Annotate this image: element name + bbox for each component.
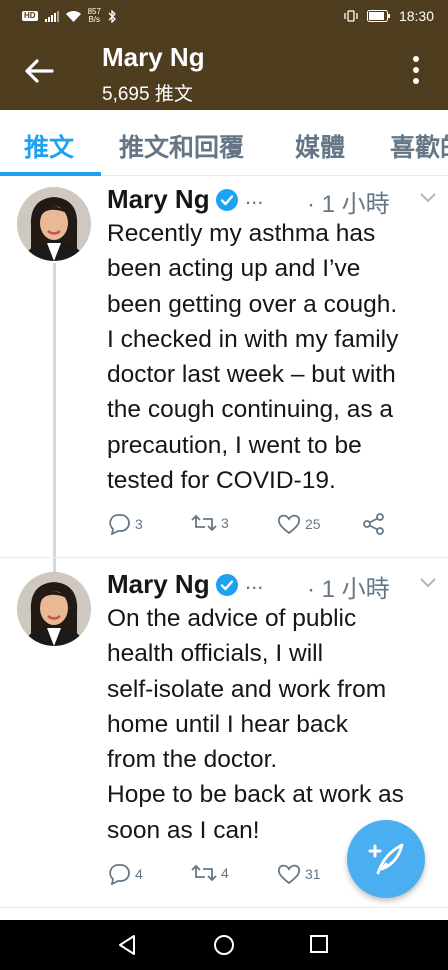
network-speed: 857 B/s: [87, 7, 101, 24]
tweet-text: On the advice of public health officials…: [107, 605, 404, 844]
tweet-time: · 1 小時: [307, 191, 390, 218]
tweet-text: Recently my asthma has been acting up an…: [107, 220, 399, 495]
like-icon: [277, 514, 301, 535]
nav-recents-icon[interactable]: [309, 934, 329, 954]
retweet-icon: [191, 514, 217, 532]
verified-badge-icon: [216, 574, 238, 596]
wifi-icon: [65, 10, 81, 22]
tab-tweets[interactable]: 推文: [24, 128, 74, 164]
more-vertical-icon[interactable]: [410, 54, 422, 86]
tweet-divider: [0, 557, 448, 558]
nav-back-icon[interactable]: [116, 934, 138, 956]
header-profile-name: Mary Ng: [102, 42, 205, 72]
reply-count: 4: [135, 866, 143, 882]
avatar[interactable]: [17, 187, 91, 261]
reply-button[interactable]: 4: [107, 863, 143, 885]
signal-icon: [44, 10, 59, 22]
tweet-author-name[interactable]: Mary Ng: [107, 184, 210, 215]
compose-tweet-button[interactable]: [347, 820, 425, 898]
like-count: 25: [305, 516, 321, 532]
chevron-down-icon[interactable]: [419, 192, 437, 204]
tab-tweets-and-replies[interactable]: 推文和回覆: [119, 128, 244, 164]
chevron-down-icon[interactable]: [419, 577, 437, 589]
nav-home-icon[interactable]: [213, 934, 235, 956]
like-icon: [277, 864, 301, 885]
back-arrow-icon[interactable]: [22, 56, 56, 86]
header-tweet-count: 5,695 推文: [102, 84, 193, 105]
active-tab-indicator: [0, 172, 101, 176]
battery-icon: [366, 10, 390, 22]
handle-truncated: ...: [245, 184, 264, 209]
handle-truncated: ...: [245, 569, 264, 594]
share-button[interactable]: [363, 513, 385, 535]
tweet-author-name[interactable]: Mary Ng: [107, 569, 210, 600]
profile-header: Mary Ng 5,695 推文: [0, 34, 448, 110]
share-icon: [363, 513, 384, 535]
retweet-button[interactable]: 3: [191, 513, 229, 533]
clock: 18:30: [398, 8, 434, 24]
like-button[interactable]: 25: [277, 513, 321, 535]
status-bar: HD 857 B/s 18:30: [0, 0, 448, 34]
reply-icon: [109, 514, 130, 535]
retweet-count: 3: [221, 515, 229, 531]
like-button[interactable]: 31: [277, 863, 321, 885]
reply-button[interactable]: 3: [107, 513, 143, 535]
reply-icon: [109, 864, 130, 885]
retweet-count: 4: [221, 865, 229, 881]
tweet-header: Mary Ng ... · 1 小時: [107, 184, 437, 218]
tweet-actions: 3 3 25: [107, 513, 407, 543]
hd-badge: HD: [22, 11, 38, 21]
verified-badge-icon: [216, 189, 238, 211]
like-count: 31: [305, 866, 321, 882]
avatar[interactable]: [17, 572, 91, 646]
system-navigation-bar: [0, 920, 448, 970]
tweet-time: · 1 小時: [307, 576, 390, 603]
tweet-header: Mary Ng ... · 1 小時: [107, 569, 437, 603]
tab-media[interactable]: 媒體: [295, 128, 345, 164]
tweet-divider: [0, 907, 448, 908]
reply-count: 3: [135, 516, 143, 532]
tab-likes[interactable]: 喜歡的: [390, 128, 448, 164]
retweet-button[interactable]: 4: [191, 863, 229, 883]
vibrate-icon: [344, 10, 358, 22]
profile-tabs: 推文 推文和回覆 媒體 喜歡的: [0, 110, 448, 176]
bluetooth-icon: [108, 9, 116, 23]
retweet-icon: [191, 864, 217, 882]
compose-tweet-icon: [368, 843, 404, 875]
thread-connector-line: [53, 263, 56, 573]
